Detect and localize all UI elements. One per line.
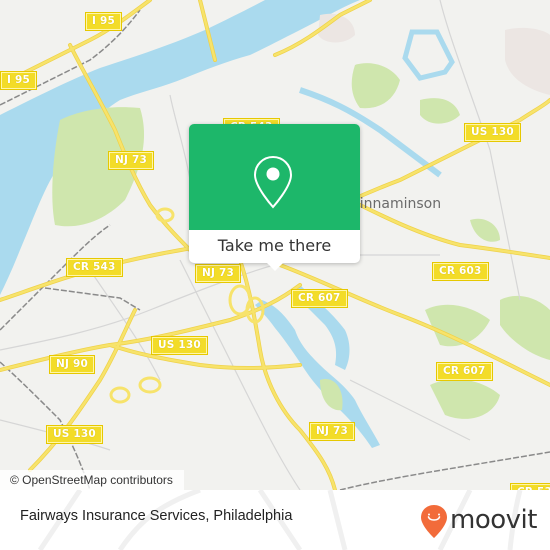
location-pin-icon bbox=[253, 155, 293, 209]
popup-pointer bbox=[267, 263, 283, 271]
park-area bbox=[420, 98, 460, 124]
take-me-there-button[interactable]: Take me there bbox=[189, 230, 360, 263]
shield-i95-top: I 95 bbox=[85, 12, 122, 31]
popup-header bbox=[189, 124, 360, 230]
moovit-wordmark: moovit bbox=[450, 505, 537, 535]
shield-nj73-south: NJ 73 bbox=[309, 422, 355, 441]
moovit-pin-icon bbox=[421, 505, 447, 538]
park-area bbox=[351, 63, 400, 109]
footer-bar: Fairways Insurance Services, Philadelphi… bbox=[0, 490, 550, 550]
map-view[interactable]: I 95 I 95 NJ 73 CR 543 US 130 CR 543 NJ … bbox=[0, 0, 550, 490]
map-attribution[interactable]: © OpenStreetMap contributors bbox=[0, 470, 184, 490]
shield-cr543-west: CR 543 bbox=[66, 258, 123, 277]
park-area bbox=[500, 295, 550, 360]
shield-us130-center: US 130 bbox=[151, 336, 208, 355]
industrial-area bbox=[505, 27, 550, 95]
place-title: Fairways Insurance Services, Philadelphi… bbox=[20, 508, 293, 524]
shield-us130-east: US 130 bbox=[464, 123, 521, 142]
park-area bbox=[430, 379, 500, 419]
shield-nj73-center: NJ 73 bbox=[195, 264, 241, 283]
shield-cr603: CR 603 bbox=[432, 262, 489, 281]
shield-cr607-west: CR 607 bbox=[291, 289, 348, 308]
park-area bbox=[470, 218, 500, 242]
river-water-north bbox=[0, 0, 160, 50]
shield-nj90: NJ 90 bbox=[49, 355, 95, 374]
shield-cr607-east: CR 607 bbox=[436, 362, 493, 381]
place-label-cinnaminson: Cinnaminson bbox=[350, 196, 442, 212]
shield-us130-south: US 130 bbox=[46, 425, 103, 444]
shield-i95-left: I 95 bbox=[0, 71, 37, 90]
shield-nj73-north: NJ 73 bbox=[108, 151, 154, 170]
pond-outline bbox=[402, 29, 455, 81]
location-popup: Take me there bbox=[189, 124, 360, 271]
